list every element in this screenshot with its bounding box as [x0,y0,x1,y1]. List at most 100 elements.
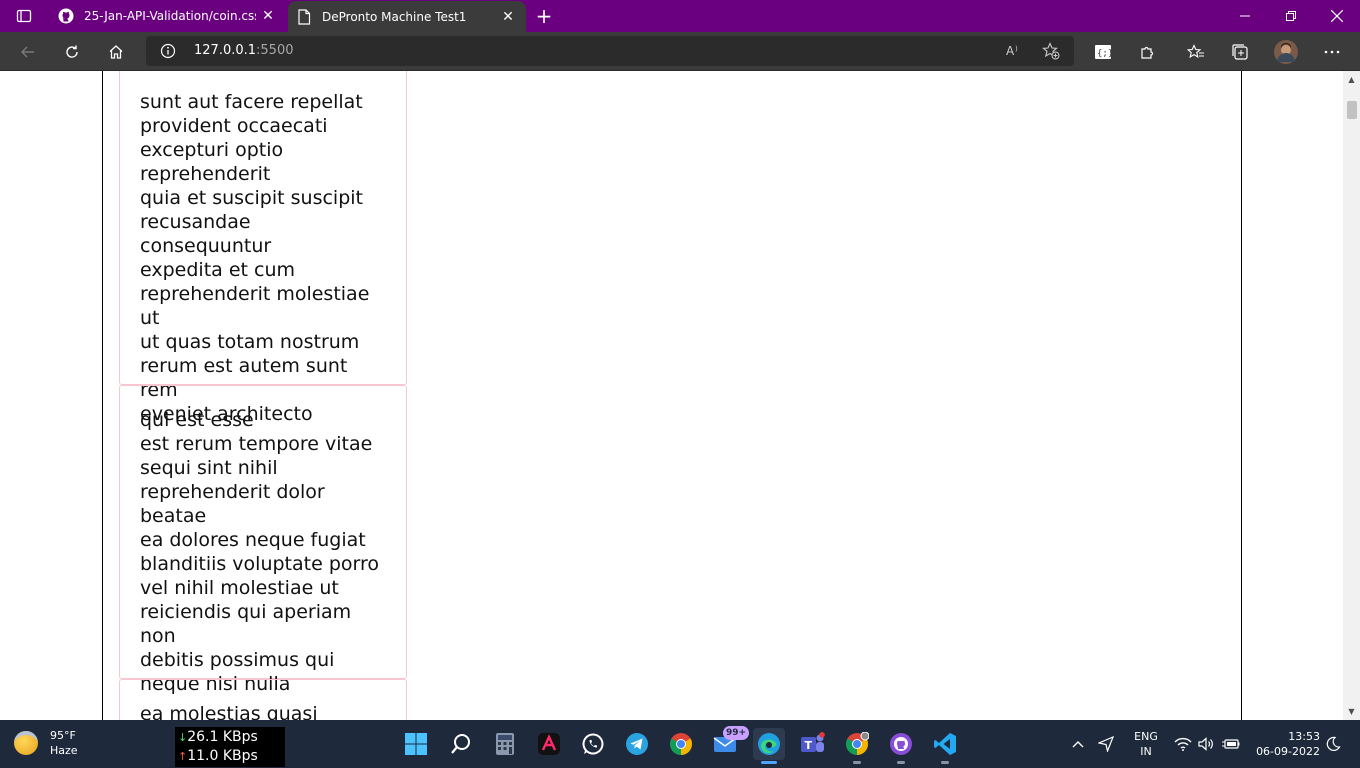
scrollbar-thumb[interactable] [1347,101,1357,119]
back-arrow-icon[interactable] [12,36,44,68]
tab-title: DePronto Machine Test1 [322,9,467,24]
mail-icon[interactable]: 99+ [709,726,749,760]
mail-badge: 99+ [723,726,749,740]
lang-top: ENG [1134,730,1158,743]
running-indicator [853,761,861,764]
start-button[interactable] [400,728,432,760]
svg-text:T: T [805,739,813,752]
network-speed-meter: ↓26.1 KBps ↑11.0 KBps [175,727,285,767]
browser-toolbar: 127.0.0.1:5500 A) {;} [0,32,1360,71]
focus-moon-icon[interactable] [1322,728,1344,760]
svg-text:): ) [1015,45,1018,53]
post-text-line: reprehenderit [140,163,271,185]
close-tab-icon[interactable]: ✕ [496,5,520,29]
weather-desc: Haze [50,744,78,757]
page-icon [296,8,312,25]
tab-github[interactable]: 25-Jan-API-Validation/coin.css at ✕ [50,0,286,32]
github-icon [58,8,74,24]
post-card: sunt aut facere repellat provident occaec… [119,71,407,425]
scroll-down-icon[interactable]: ▼ [1347,707,1356,716]
running-indicator [941,761,949,764]
vscode-icon[interactable] [929,728,961,764]
scroll-up-icon[interactable]: ▲ [1347,75,1356,84]
more-menu-icon[interactable] [1316,36,1348,68]
close-window-button[interactable] [1314,0,1360,32]
tab-bar: 25-Jan-API-Validation/coin.css at ✕ DePr… [0,0,1360,32]
show-hidden-icons-chevron-icon[interactable] [1068,728,1088,760]
whatsapp-icon[interactable] [577,728,609,760]
chrome-profile-icon[interactable] [841,728,873,764]
profile-avatar[interactable] [1270,36,1302,68]
post-text-line: blanditiis voluptate porro [140,553,380,575]
telegram-icon[interactable] [621,728,653,760]
lang-bottom: IN [1140,745,1152,758]
post-text-line: excepturi optio [140,139,284,161]
post-text-line: sunt aut facere repellat [140,91,363,113]
windows-taskbar: 95°F Haze ↓26.1 KBps ↑11.0 KBps 99+ T EN… [0,720,1360,768]
minimize-button[interactable] [1222,0,1268,32]
location-arrow-icon[interactable] [1095,728,1117,760]
post-card: qui est esse est rerum tempore vitae sequi… [119,385,407,695]
edge-icon[interactable] [753,728,785,764]
page-scrollbar[interactable]: ▲ ▼ [1343,71,1360,720]
svg-text:A: A [1006,44,1015,58]
post-text-line: est rerum tempore vitae [140,433,373,455]
haze-icon [14,731,38,755]
add-favorite-icon[interactable] [1042,42,1060,64]
post-text-line: provident occaecati [140,115,328,137]
post-text-line: reiciendis qui aperiam non [140,601,352,647]
read-aloud-icon[interactable]: A) [1006,43,1024,63]
home-icon[interactable] [100,36,132,68]
clock[interactable]: 13:53 06-09-2022 [1250,729,1320,759]
new-tab-button[interactable]: + [532,4,556,28]
search-icon[interactable] [445,728,477,760]
extension-json-icon[interactable]: {;} [1087,36,1119,68]
teams-icon[interactable]: T [797,728,829,760]
upload-arrow-icon: ↑ [178,750,188,763]
active-indicator [761,761,777,764]
post-text-line: reprehenderit molestiae ut [140,283,370,329]
chrome-icon[interactable] [665,728,697,760]
running-indicator [897,761,905,764]
extensions-puzzle-icon[interactable] [1131,36,1163,68]
calculator-icon[interactable] [489,728,521,760]
post-card: ea molestias quasi [119,679,407,720]
restore-button[interactable] [1268,0,1314,32]
weather-widget[interactable]: 95°F Haze [14,728,78,758]
net-down: 26.1 KBps [187,729,258,745]
wifi-icon[interactable] [1172,728,1194,760]
address-bar[interactable]: 127.0.0.1:5500 A) [146,36,1074,66]
language-indicator[interactable]: ENG IN [1130,729,1162,759]
post-text-line: ut quas totam nostrum [140,331,360,353]
clock-date: 06-09-2022 [1256,745,1320,758]
url-host: 127.0.0.1 [194,43,257,58]
post-text-line: ea molestias quasi [140,703,318,720]
tab-actions-icon[interactable] [10,4,38,28]
info-icon[interactable] [160,43,176,59]
url-text: 127.0.0.1:5500 [194,43,294,58]
url-port: :5500 [256,43,294,58]
close-tab-icon[interactable]: ✕ [256,4,280,28]
refresh-icon[interactable] [56,36,88,68]
post-text-line: quia et suscipit suscipit [140,187,363,209]
post-text-line: ea dolores neque fugiat [140,529,366,551]
clock-time: 13:53 [1288,730,1320,743]
battery-icon[interactable] [1220,728,1242,760]
tab-title: 25-Jan-API-Validation/coin.css at [84,9,256,23]
posts-container: sunt aut facere repellat provident occaec… [102,71,1242,720]
weather-temp: 95°F [50,729,76,742]
tab-depronto[interactable]: DePronto Machine Test1 ✕ [288,1,526,32]
favorites-icon[interactable] [1180,36,1212,68]
post-text-line: expedita et cum [140,259,295,281]
page-viewport: sunt aut facere repellat provident occaec… [0,71,1343,720]
app-red-icon[interactable] [533,728,565,760]
post-text-line: debitis possimus qui [140,649,335,671]
collections-icon[interactable] [1224,36,1256,68]
volume-icon[interactable] [1196,728,1218,760]
github-desktop-icon[interactable] [885,728,917,764]
post-text-line: qui est esse [140,409,254,431]
net-up: 11.0 KBps [187,748,258,764]
svg-text:{;}: {;} [1097,49,1112,59]
post-text-line: reprehenderit dolor beatae [140,481,325,527]
post-text-line: sequi sint nihil [140,457,278,479]
